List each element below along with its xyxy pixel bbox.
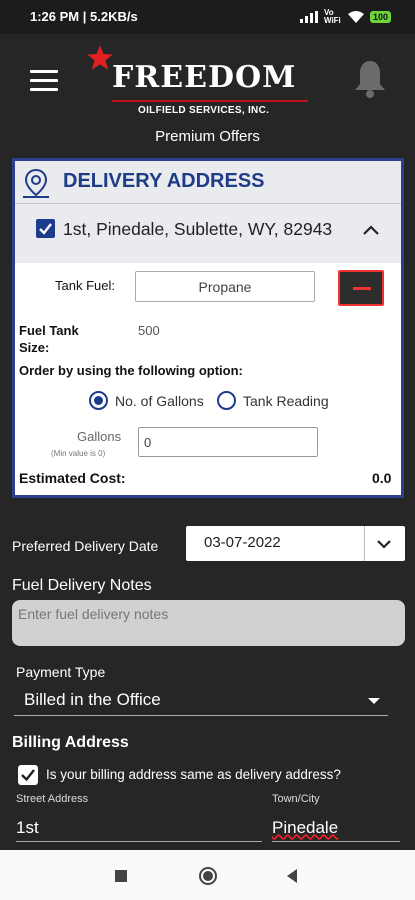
street-address-value: 1st	[16, 818, 39, 837]
payment-type-value: Billed in the Office	[24, 690, 161, 709]
app-header: FREEDOM OILFIELD SERVICES, INC. Premium …	[0, 34, 415, 158]
gallons-radio-label: No. of Gallons	[115, 393, 204, 409]
tank-fuel-field[interactable]: Propane	[135, 271, 315, 302]
recent-apps-icon[interactable]	[114, 869, 128, 883]
delivery-address-text: 1st, Pinedale, Sublette, WY, 82943	[63, 219, 333, 239]
payment-type-select[interactable]: Billed in the Office	[14, 686, 388, 716]
checkmark-icon	[21, 769, 35, 782]
gallons-radio[interactable]	[89, 391, 108, 410]
payment-type-label: Payment Type	[16, 664, 106, 680]
estimated-cost-value: 0.0	[372, 470, 392, 486]
home-icon[interactable]	[198, 866, 218, 886]
chevron-up-icon[interactable]	[362, 224, 380, 236]
vowifi-label: Vo WiFi	[323, 8, 341, 25]
star-icon	[87, 45, 113, 70]
delivery-address-card: DELIVERY ADDRESS 1st, Pinedale, Sublette…	[12, 158, 404, 498]
battery-icon: 100	[369, 11, 391, 23]
menu-icon[interactable]	[30, 70, 60, 92]
town-city-input[interactable]: Pinedale	[272, 812, 400, 842]
delivery-notes-input[interactable]	[12, 600, 405, 646]
logo-divider	[112, 100, 308, 102]
wifi-icon	[347, 11, 364, 23]
logo-title: FREEDOM	[112, 60, 297, 95]
chevron-down-icon	[377, 540, 391, 549]
signal-icon	[299, 11, 318, 23]
caret-down-icon	[368, 698, 380, 704]
street-address-label: Street Address	[16, 793, 89, 805]
logo-subtitle: OILFIELD SERVICES, INC.	[138, 105, 270, 116]
tank-fuel-label: Tank Fuel:	[55, 278, 115, 293]
location-pin-icon	[23, 168, 49, 198]
remove-tank-button[interactable]	[338, 270, 384, 306]
fuel-tank-size-value: 500	[138, 323, 160, 338]
date-separator	[364, 526, 365, 561]
notes-label: Fuel Delivery Notes	[12, 577, 152, 594]
gallons-label: Gallons	[77, 429, 122, 444]
delivery-address-title: DELIVERY ADDRESS	[63, 170, 265, 192]
gallons-min-hint: (Min value is 0)	[51, 449, 106, 458]
premium-offers-link[interactable]: Premium Offers	[0, 128, 415, 145]
town-city-label: Town/City	[272, 793, 320, 805]
back-icon[interactable]	[285, 868, 299, 884]
status-icons: Vo WiFi 100	[299, 8, 391, 25]
town-city-value: Pinedale	[272, 818, 339, 837]
billing-same-checkbox[interactable]	[18, 765, 38, 785]
fuel-tank-size-label-2: Size:	[19, 340, 50, 355]
tank-reading-radio-label: Tank Reading	[243, 393, 329, 409]
company-logo: FREEDOM OILFIELD SERVICES, INC.	[86, 44, 316, 124]
billing-same-label: Is your billing address same as delivery…	[46, 767, 341, 782]
billing-address-label: Billing Address	[12, 734, 129, 751]
gallons-input[interactable]	[138, 427, 318, 457]
address-checkbox[interactable]	[36, 219, 55, 238]
order-by-label: Order by using the following option:	[19, 363, 243, 378]
status-bar: 1:26 PM | 5.2KB/s Vo WiFi 100	[0, 0, 415, 34]
estimated-cost-label: Estimated Cost:	[19, 470, 126, 486]
street-address-input[interactable]: 1st	[16, 812, 262, 842]
delivery-date-label: Preferred Delivery Date	[12, 538, 159, 554]
system-nav-bar	[0, 850, 415, 900]
status-time: 1:26 PM | 5.2KB/s	[30, 9, 138, 24]
tank-reading-radio[interactable]	[217, 391, 236, 410]
delivery-card-header: DELIVERY ADDRESS 1st, Pinedale, Sublette…	[15, 161, 401, 263]
delivery-date-value: 03-07-2022	[204, 534, 281, 551]
card-divider	[15, 203, 401, 204]
minus-icon	[353, 287, 371, 290]
checkmark-icon	[39, 223, 52, 235]
notification-bell-icon[interactable]	[352, 58, 388, 100]
fuel-tank-size-label: Fuel Tank	[19, 323, 79, 338]
delivery-date-picker[interactable]: 03-07-2022	[186, 526, 405, 561]
